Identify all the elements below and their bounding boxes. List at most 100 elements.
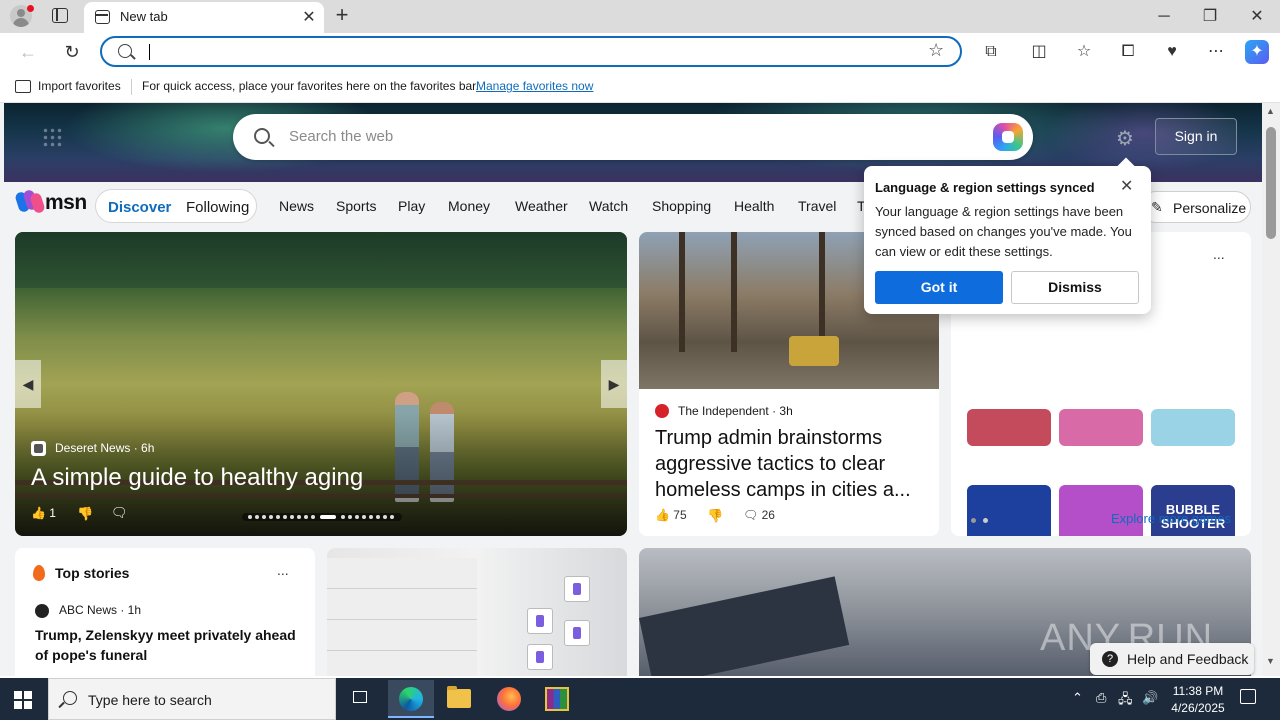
taskbar-search-box[interactable]: Type here to search <box>48 678 336 720</box>
refresh-button[interactable]: ↻ <box>58 39 86 65</box>
nav-link-news[interactable]: News <box>279 198 314 214</box>
browser-essentials-icon[interactable]: ♥ <box>1159 39 1185 65</box>
scroll-up-icon[interactable]: ▲ <box>1266 106 1275 116</box>
game-tile[interactable] <box>1059 409 1143 446</box>
news-title[interactable]: Trump admin brainstorms aggressive tacti… <box>655 425 927 503</box>
carousel-indicator[interactable] <box>242 513 402 521</box>
nav-link-play[interactable]: Play <box>398 198 425 214</box>
more-options-icon[interactable]: ... <box>277 562 289 578</box>
search-icon <box>63 691 77 705</box>
news-image-tree <box>679 232 685 352</box>
story-source[interactable]: ABC News · 1h <box>59 603 141 617</box>
like-button[interactable]: 👍 1 <box>31 506 56 520</box>
news-source[interactable]: The Independent · 3h <box>678 404 793 418</box>
got-it-button[interactable]: Got it <box>875 271 1003 304</box>
like-button[interactable]: 👍 75 <box>655 508 687 522</box>
hero-source[interactable]: Deseret News · 6h <box>55 441 154 455</box>
firefox-taskbar-button[interactable] <box>486 680 532 718</box>
clock-date[interactable]: 4/26/2025 <box>1168 701 1228 715</box>
dislike-button[interactable]: 👎 <box>707 508 723 524</box>
msn-logo-text[interactable]: msn <box>45 191 87 215</box>
windows-start-icon[interactable] <box>14 691 32 709</box>
dismiss-button[interactable]: Dismiss <box>1011 271 1139 304</box>
popup-title: Language & region settings synced <box>875 180 1095 195</box>
nav-link-money[interactable]: Money <box>448 198 490 214</box>
title-bar: New tab ✕ + ─ ❐ ✕ <box>0 0 1280 33</box>
nav-link-health[interactable]: Health <box>734 198 774 214</box>
network-icon[interactable]: 🖧 <box>1118 690 1133 712</box>
carousel-prev-button[interactable]: ◀ <box>15 360 41 408</box>
minimize-button[interactable]: ─ <box>1141 4 1187 30</box>
pager-dot-active[interactable] <box>971 518 976 523</box>
close-tab-icon[interactable]: ✕ <box>299 7 319 27</box>
sign-in-button[interactable]: Sign in <box>1155 118 1237 155</box>
carousel-dot-active <box>320 515 336 519</box>
task-view-button[interactable] <box>337 680 383 718</box>
favorite-star-icon[interactable]: ☆ <box>928 40 944 61</box>
explore-more-games-link[interactable]: Explore more games <box>1111 511 1231 526</box>
page-scrollbar[interactable]: ▲ ▼ <box>1262 103 1280 676</box>
search-icon <box>118 44 132 58</box>
nav-link-watch[interactable]: Watch <box>589 198 628 214</box>
help-feedback-button[interactable]: ? Help and Feedback <box>1090 643 1254 675</box>
article-card[interactable] <box>327 548 627 676</box>
back-button[interactable]: ← <box>14 39 42 65</box>
close-window-button[interactable]: ✕ <box>1234 4 1280 30</box>
more-options-icon[interactable]: ... <box>1213 246 1225 262</box>
copilot-icon[interactable]: ✦ <box>1245 40 1269 64</box>
favorites-icon[interactable]: ☆ <box>1071 39 1097 65</box>
address-input[interactable] <box>146 41 906 63</box>
file-explorer-taskbar-button[interactable] <box>436 680 482 718</box>
tab-discover[interactable]: Discover <box>108 199 171 216</box>
collections-icon[interactable]: ⧠ <box>1115 39 1141 65</box>
tab-following[interactable]: Following <box>186 199 249 216</box>
news-image-tree <box>731 232 737 352</box>
nav-link-sports[interactable]: Sports <box>336 198 376 214</box>
game-tile[interactable] <box>967 409 1051 446</box>
comment-icon[interactable]: 🗨 <box>111 505 128 521</box>
nav-link-travel[interactable]: Travel <box>798 198 836 214</box>
scroll-down-icon[interactable]: ▼ <box>1266 656 1275 666</box>
copilot-icon[interactable] <box>993 123 1023 151</box>
hero-title[interactable]: A simple guide to healthy aging <box>31 464 363 492</box>
game-tile[interactable] <box>1151 409 1235 446</box>
game-tile[interactable] <box>967 485 1051 536</box>
import-favorites-button[interactable]: Import favorites <box>38 79 121 93</box>
clock-time[interactable]: 11:38 PM <box>1168 684 1228 698</box>
apps-grid-icon[interactable] <box>42 127 62 147</box>
device-icon[interactable]: ⎙ <box>1096 690 1106 706</box>
new-tab-button[interactable]: + <box>331 2 353 28</box>
comment-button[interactable]: 🗨 26 <box>743 508 775 522</box>
dislike-button[interactable]: 👎 <box>77 506 93 522</box>
close-icon[interactable]: ✕ <box>1120 176 1133 196</box>
carousel-dot <box>304 515 308 519</box>
edge-taskbar-button[interactable] <box>388 680 434 718</box>
source-logo-icon <box>655 404 669 418</box>
manage-favorites-link[interactable]: Manage favorites now <box>476 79 593 93</box>
nav-link-weather[interactable]: Weather <box>515 198 568 214</box>
like-count: 1 <box>49 506 56 520</box>
volume-icon[interactable]: 🔊 <box>1142 690 1158 706</box>
nav-link-shopping[interactable]: Shopping <box>652 198 711 214</box>
scroll-thumb[interactable] <box>1266 127 1276 239</box>
restore-button[interactable]: ❐ <box>1187 4 1233 30</box>
pager-dot[interactable] <box>983 518 988 523</box>
notifications-icon[interactable] <box>1240 689 1256 704</box>
extensions-icon[interactable]: ⧉ <box>978 39 1004 65</box>
gear-icon[interactable]: ⚙ <box>1116 126 1134 151</box>
tab-new-tab[interactable]: New tab ✕ <box>84 2 324 33</box>
hero-carousel-card[interactable]: ◀ ▶ Deseret News · 6h A simple guide to … <box>15 232 627 536</box>
address-bar[interactable]: ☆ <box>100 36 962 67</box>
settings-more-icon[interactable]: ⋯ <box>1203 39 1229 65</box>
chevron-up-icon[interactable]: ⌃ <box>1072 690 1083 706</box>
personalize-button[interactable]: ✎ Personalize <box>1140 191 1251 223</box>
carousel-next-button[interactable]: ▶ <box>601 360 627 408</box>
web-search-placeholder[interactable]: Search the web <box>289 128 393 145</box>
tab-actions-icon[interactable] <box>52 8 68 23</box>
carousel-dot <box>390 515 394 519</box>
split-screen-icon[interactable]: ◫ <box>1026 39 1052 65</box>
msn-logo-icon[interactable] <box>14 188 46 215</box>
web-search-box[interactable]: Search the web <box>233 114 1033 160</box>
winrar-taskbar-button[interactable] <box>534 680 580 718</box>
story-headline[interactable]: Trump, Zelenskyy meet privately ahead of… <box>35 625 303 665</box>
